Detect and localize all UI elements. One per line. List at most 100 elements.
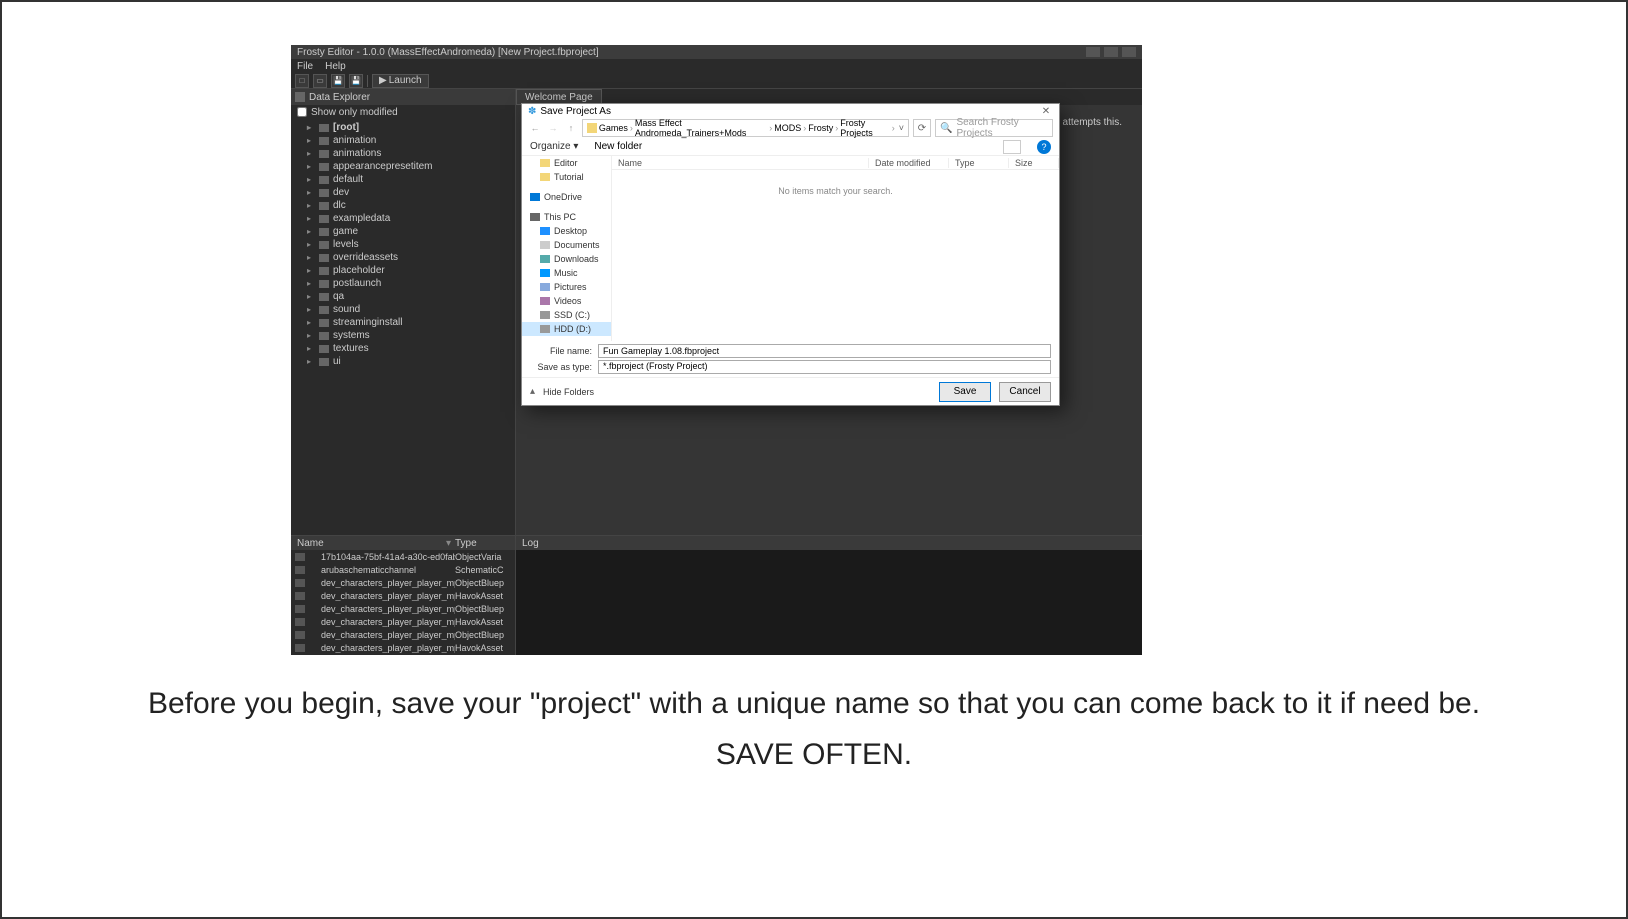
breadcrumb-segment[interactable]: Frosty <box>808 123 833 133</box>
tree-item[interactable]: ▸dlc <box>291 199 515 212</box>
dialog-toolbar: Organize ▾ New folder ? <box>522 138 1059 156</box>
sidebar-item[interactable]: Desktop <box>522 224 611 238</box>
new-folder-button[interactable]: New folder <box>594 141 642 152</box>
tree-item[interactable]: ▸dev <box>291 186 515 199</box>
show-only-modified-checkbox[interactable]: Show only modified <box>291 105 515 119</box>
file-name-label: File name: <box>530 346 592 356</box>
col-size[interactable]: Size <box>1009 158 1059 168</box>
tree-item[interactable]: ▸appearancepresetitem <box>291 160 515 173</box>
tree-item[interactable]: ▸default <box>291 173 515 186</box>
sidebar-item[interactable]: Tutorial <box>522 170 611 184</box>
search-input[interactable]: 🔍 Search Frosty Projects <box>935 119 1053 137</box>
asset-row[interactable]: dev_characters_player_player_mp_humanHav… <box>291 641 515 654</box>
tree-item[interactable]: ▸postlaunch <box>291 277 515 290</box>
refresh-button[interactable]: ⟳ <box>913 119 931 137</box>
sidebar-item[interactable]: OneDrive <box>522 190 611 204</box>
asset-list[interactable]: 17b104aa-75bf-41a4-a30c-ed0fab2c57a8_Obj… <box>291 550 515 655</box>
asset-row[interactable]: dev_characters_player_player_mp_angaraHa… <box>291 589 515 602</box>
title-bar: Frosty Editor - 1.0.0 (MassEffectAndrome… <box>291 45 1142 59</box>
hide-folders-link[interactable]: Hide Folders <box>543 387 594 397</box>
tree-item[interactable]: ▸streaminginstall <box>291 316 515 329</box>
dialog-close-button[interactable]: ✕ <box>1039 106 1053 117</box>
column-dropdown-icon[interactable]: ▾ <box>446 538 455 549</box>
sidebar-item[interactable]: HDD (D:) <box>522 322 611 336</box>
show-only-modified-input[interactable] <box>297 107 307 117</box>
view-options-button[interactable] <box>1003 140 1021 154</box>
menu-file[interactable]: File <box>297 61 313 72</box>
sidebar-item[interactable]: Editor <box>522 156 611 170</box>
tree-item[interactable]: ▸exampledata <box>291 212 515 225</box>
column-name[interactable]: Name <box>291 538 446 549</box>
asset-list-header: Name ▾ Type <box>291 536 515 550</box>
folder-tree[interactable]: ▸[root]▸animation▸animations▸appearancep… <box>291 119 515 535</box>
data-explorer-header: Data Explorer <box>291 89 515 105</box>
dialog-sidebar[interactable]: EditorTutorial OneDrive This PCDesktopDocu… <box>522 156 612 341</box>
breadcrumb-segment[interactable]: Games <box>599 123 628 133</box>
asset-row[interactable]: dev_characters_player_player_mp_humanHav… <box>291 615 515 628</box>
minimize-button[interactable] <box>1086 47 1100 57</box>
organize-menu[interactable]: Organize ▾ <box>530 141 578 152</box>
slide-caption: Before you begin, save your "project" wi… <box>2 678 1626 780</box>
asset-row[interactable]: dev_characters_player_player_mp_humanObj… <box>291 602 515 615</box>
asset-row[interactable]: dev_characters_player_player_mp_angaraOb… <box>291 576 515 589</box>
tree-item[interactable]: ▸levels <box>291 238 515 251</box>
file-list-empty: No items match your search. <box>612 170 1059 341</box>
breadcrumb-segment[interactable]: Mass Effect Andromeda_Trainers+Mods <box>635 118 767 138</box>
tree-item[interactable]: ▸sound <box>291 303 515 316</box>
chevron-up-icon[interactable]: ▴ <box>530 386 535 397</box>
tree-item[interactable]: ▸animations <box>291 147 515 160</box>
forward-button[interactable]: → <box>546 121 560 135</box>
asset-row[interactable]: arubaschematicchannelSchematicC <box>291 563 515 576</box>
sidebar-item[interactable]: This PC <box>522 210 611 224</box>
tree-item[interactable]: ▸game <box>291 225 515 238</box>
breadcrumb-bar[interactable]: Games›Mass Effect Andromeda_Trainers+Mod… <box>582 119 909 137</box>
tree-item[interactable]: ▸animation <box>291 134 515 147</box>
menu-help[interactable]: Help <box>325 61 346 72</box>
dialog-fields: File name: Save as type: *.fbproject (Fr… <box>522 341 1059 377</box>
asset-row[interactable]: dev_characters_player_player_mp_humanObj… <box>291 628 515 641</box>
new-icon[interactable]: □ <box>295 74 309 88</box>
dialog-nav: ← → ↑ Games›Mass Effect Andromeda_Traine… <box>522 118 1059 138</box>
col-name[interactable]: Name <box>612 158 869 168</box>
save-as-icon[interactable]: 💾 <box>349 74 363 88</box>
tree-item[interactable]: ▸placeholder <box>291 264 515 277</box>
sidebar-item[interactable]: Downloads <box>522 252 611 266</box>
help-button[interactable]: ? <box>1037 140 1051 154</box>
open-icon[interactable]: ▭ <box>313 74 327 88</box>
dialog-title: Save Project As <box>540 106 1039 117</box>
sidebar-item[interactable]: SSD (C:) <box>522 308 611 322</box>
tree-item[interactable]: ▸ui <box>291 355 515 368</box>
asset-row[interactable]: 17b104aa-75bf-41a4-a30c-ed0fab2c57a8_Obj… <box>291 550 515 563</box>
save-as-dialog: ✽ Save Project As ✕ ← → ↑ Games›Mass Eff… <box>521 103 1060 406</box>
tree-item[interactable]: ▸[root] <box>291 121 515 134</box>
save-type-select[interactable]: *.fbproject (Frosty Project) <box>598 360 1051 374</box>
tree-item[interactable]: ▸systems <box>291 329 515 342</box>
sidebar-item[interactable]: Pictures <box>522 280 611 294</box>
back-button[interactable]: ← <box>528 121 542 135</box>
sidebar-item[interactable]: Music <box>522 266 611 280</box>
menu-bar: File Help <box>291 59 1142 73</box>
asset-list-panel: Name ▾ Type 17b104aa-75bf-41a4-a30c-ed0f… <box>291 536 516 655</box>
cancel-button[interactable]: Cancel <box>999 382 1051 402</box>
tree-item[interactable]: ▸qa <box>291 290 515 303</box>
snowflake-icon: ✽ <box>528 106 536 117</box>
column-type[interactable]: Type <box>455 538 515 549</box>
breadcrumb-segment[interactable]: Frosty Projects <box>840 118 890 138</box>
sidebar-item[interactable]: Documents <box>522 238 611 252</box>
close-button[interactable] <box>1122 47 1136 57</box>
sidebar-item[interactable]: Videos <box>522 294 611 308</box>
save-icon[interactable]: 💾 <box>331 74 345 88</box>
maximize-button[interactable] <box>1104 47 1118 57</box>
file-name-input[interactable] <box>598 344 1051 358</box>
window-controls <box>1086 47 1136 57</box>
col-type[interactable]: Type <box>949 158 1009 168</box>
save-type-label: Save as type: <box>530 362 592 372</box>
tree-item[interactable]: ▸textures <box>291 342 515 355</box>
breadcrumb-segment[interactable]: MODS <box>774 123 801 133</box>
launch-button[interactable]: ▶ Launch <box>372 74 429 88</box>
toolbar: □ ▭ 💾 💾 ▶ Launch <box>291 73 1142 89</box>
up-button[interactable]: ↑ <box>564 121 578 135</box>
save-button[interactable]: Save <box>939 382 991 402</box>
tree-item[interactable]: ▸overrideassets <box>291 251 515 264</box>
col-date[interactable]: Date modified <box>869 158 949 168</box>
